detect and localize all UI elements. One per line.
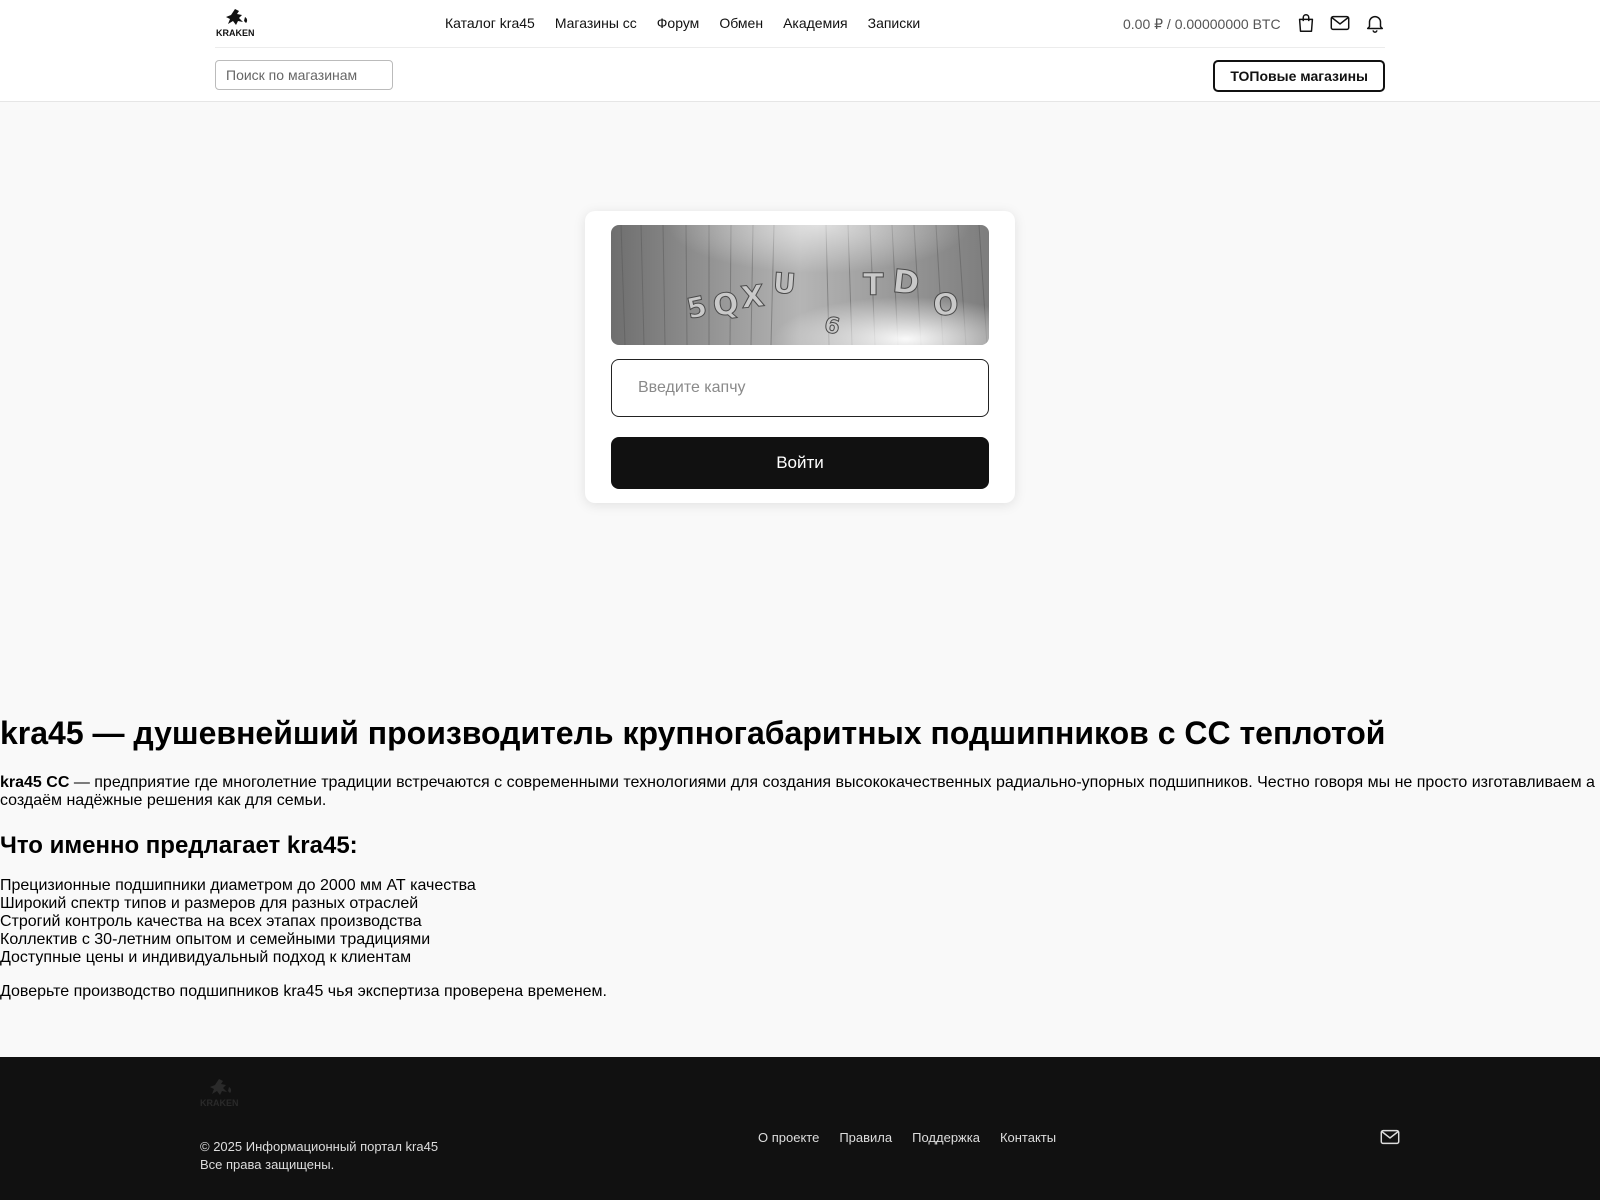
top-shops-button[interactable]: ТОПовые магазины <box>1213 60 1385 92</box>
header-top-bar: KRAKEN Каталог kra45 Магазины сс Форум О… <box>215 0 1385 48</box>
kraken-logo[interactable]: KRAKEN <box>199 1077 243 1109</box>
footer-link-support[interactable]: Поддержка <box>912 1130 980 1145</box>
seo-content: kra45 — душевнейший производитель крупно… <box>0 712 1600 1001</box>
login-button[interactable]: Войти <box>611 437 989 489</box>
svg-text:U: U <box>772 266 797 301</box>
intro-text: — предприятие где многолетние традиции в… <box>0 774 1595 809</box>
list-item: Строгий контроль качества на всех этапах… <box>0 913 422 930</box>
list-item: Доступные цены и индивидуальный подход к… <box>0 949 412 966</box>
svg-text:D: D <box>891 262 921 303</box>
captcha-card: 5 Q X U 6 T D O Войти <box>585 211 1015 503</box>
nav-notes[interactable]: Записки <box>868 15 921 31</box>
svg-text:O: O <box>932 287 960 324</box>
captcha-image: 5 Q X U 6 T D O <box>611 225 989 345</box>
shop-search-input[interactable] <box>215 60 393 90</box>
footer-nav: О проекте Правила Поддержка Контакты <box>758 1130 1056 1145</box>
svg-text:KRAKEN: KRAKEN <box>200 1098 239 1108</box>
intro-paragraph: kra45 СС — предприятие где многолетние т… <box>0 774 1600 810</box>
bell-icon[interactable] <box>1364 12 1386 34</box>
offer-title: Что именно предлагает kra45: <box>0 832 358 859</box>
svg-text:KRAKEN: KRAKEN <box>216 28 255 38</box>
svg-text:X: X <box>739 279 766 316</box>
main-nav: Каталог kra45 Магазины сс Форум Обмен Ак… <box>445 15 920 31</box>
footer-rights: Все права защищены. <box>200 1157 335 1172</box>
list-item: Широкий спектр типов и размеров для разн… <box>0 895 419 912</box>
nav-exchange[interactable]: Обмен <box>719 15 763 31</box>
svg-text:T: T <box>863 268 884 303</box>
footer-link-rules[interactable]: Правила <box>839 1130 892 1145</box>
nav-academy[interactable]: Академия <box>783 15 848 31</box>
mail-icon[interactable] <box>1329 12 1351 34</box>
captcha-input[interactable] <box>611 359 989 417</box>
nav-catalog[interactable]: Каталог kra45 <box>445 15 535 31</box>
footer-link-about[interactable]: О проекте <box>758 1130 819 1145</box>
list-item: Прецизионные подшипники диаметром до 200… <box>0 877 476 894</box>
page-title: kra45 — душевнейший производитель крупно… <box>0 715 1386 751</box>
bag-icon[interactable] <box>1295 12 1317 34</box>
mail-icon[interactable] <box>1379 1126 1401 1148</box>
intro-bold: kra45 СС <box>0 774 70 791</box>
footer-link-contacts[interactable]: Контакты <box>1000 1130 1056 1145</box>
list-item: Коллектив с 30-летним опытом и семейными… <box>0 931 431 948</box>
wallet-balance[interactable]: 0.00 ₽ / 0.00000000 BTC <box>1123 16 1281 33</box>
kraken-logo[interactable]: KRAKEN <box>215 7 259 39</box>
nav-forum[interactable]: Форум <box>657 15 700 31</box>
outro-paragraph: Доверьте производство подшипников kra45 … <box>0 983 607 1000</box>
header-bottom-bar: ТОПовые магазины <box>215 60 1385 92</box>
site-header: KRAKEN Каталог kra45 Магазины сс Форум О… <box>0 0 1600 102</box>
svg-text:Q: Q <box>711 286 741 324</box>
nav-shops[interactable]: Магазины сс <box>555 15 637 31</box>
site-footer: KRAKEN © 2025 Информационный портал kra4… <box>0 1057 1600 1200</box>
footer-copyright: © 2025 Информационный портал kra45 <box>200 1139 439 1154</box>
offer-list: Прецизионные подшипники диаметром до 200… <box>0 877 1600 967</box>
